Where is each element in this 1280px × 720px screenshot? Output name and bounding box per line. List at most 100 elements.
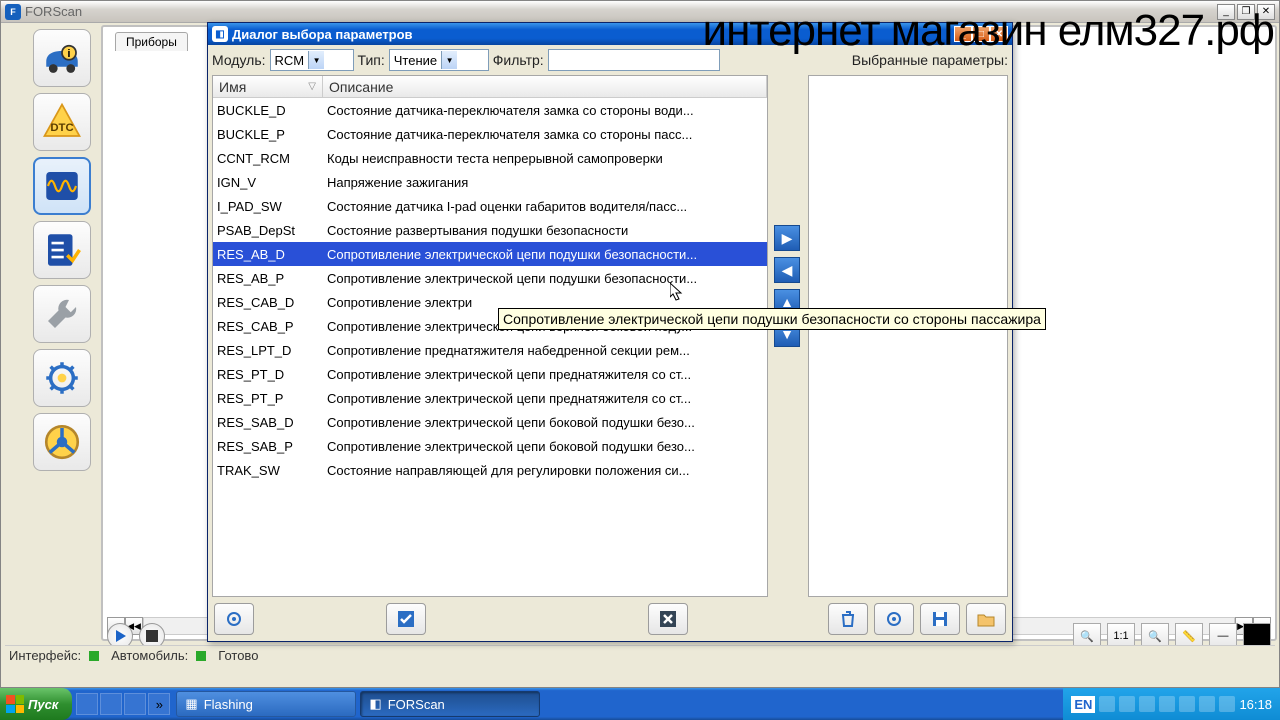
status-vehicle-led xyxy=(196,651,206,661)
filter-label: Фильтр: xyxy=(493,52,544,68)
add-button[interactable]: ▶ xyxy=(774,225,800,251)
list-row[interactable]: PSAB_DepStСостояние развертывания подушк… xyxy=(213,218,767,242)
ql-desktop-icon[interactable] xyxy=(76,693,98,715)
list-row[interactable]: RES_PT_PСопротивление электрической цепи… xyxy=(213,386,767,410)
row-name: BUCKLE_D xyxy=(213,103,323,118)
windows-logo-icon xyxy=(6,695,24,713)
nav-service-button[interactable] xyxy=(33,285,91,343)
app-icon: F xyxy=(5,4,21,20)
task-icon: ▦ xyxy=(185,696,197,712)
row-name: IGN_V xyxy=(213,175,323,190)
status-interface-label: Интерфейс: xyxy=(9,648,81,663)
filter-input[interactable] xyxy=(548,49,720,71)
cancel-button[interactable] xyxy=(648,603,688,635)
row-desc: Состояние датчика-переключателя замка со… xyxy=(323,103,767,118)
row-desc: Сопротивление электрической цепи боковой… xyxy=(323,415,767,430)
ql-more-icon[interactable]: » xyxy=(148,693,170,715)
tooltip: Сопротивление электрической цепи подушки… xyxy=(498,308,1046,330)
svg-text:DTC: DTC xyxy=(50,122,73,134)
dialog-title: Диалог выбора параметров xyxy=(232,27,413,42)
row-name: PSAB_DepSt xyxy=(213,223,323,238)
row-name: RES_CAB_P xyxy=(213,319,323,334)
ql-app2-icon[interactable] xyxy=(124,693,146,715)
save-button[interactable] xyxy=(920,603,960,635)
ok-button[interactable] xyxy=(386,603,426,635)
param-list: Имя Описание BUCKLE_DСостояние датчика-п… xyxy=(212,75,768,597)
type-label: Тип: xyxy=(358,52,385,68)
open-button[interactable] xyxy=(966,603,1006,635)
row-name: RES_LPT_D xyxy=(213,343,323,358)
list-row[interactable]: RES_AB_DСопротивление электрической цепи… xyxy=(213,242,767,266)
taskbar-forscan[interactable]: ◧FORScan xyxy=(360,691,540,717)
statusbar: Интерфейс: Автомобиль: Готово xyxy=(5,645,1275,665)
config-button[interactable] xyxy=(874,603,914,635)
list-row[interactable]: RES_LPT_DСопротивление преднатяжителя на… xyxy=(213,338,767,362)
list-row[interactable]: TRAK_SWСостояние направляющей для регули… xyxy=(213,458,767,482)
nav-steering-button[interactable] xyxy=(33,413,91,471)
tray-icon[interactable] xyxy=(1139,696,1155,712)
tray-icon[interactable] xyxy=(1179,696,1195,712)
col-desc-header[interactable]: Описание xyxy=(323,76,767,97)
list-row[interactable]: BUCKLE_DСостояние датчика-переключателя … xyxy=(213,98,767,122)
list-row[interactable]: RES_PT_DСопротивление электрической цепи… xyxy=(213,362,767,386)
tray-icon[interactable] xyxy=(1159,696,1175,712)
taskbar-flashing[interactable]: ▦Flashing xyxy=(176,691,356,717)
row-desc: Сопротивление электрической цепи подушки… xyxy=(323,247,767,262)
row-name: I_PAD_SW xyxy=(213,199,323,214)
tab-instruments[interactable]: Приборы xyxy=(115,32,188,51)
col-name-header[interactable]: Имя xyxy=(213,76,323,97)
tray-lang[interactable]: EN xyxy=(1071,696,1095,713)
row-desc: Состояние датчика-переключателя замка со… xyxy=(323,127,767,142)
list-row[interactable]: BUCKLE_PСостояние датчика-переключателя … xyxy=(213,122,767,146)
type-combo[interactable]: Чтение▼ xyxy=(389,49,489,71)
svg-text:i: i xyxy=(67,48,70,60)
dialog-icon: ◧ xyxy=(212,26,228,42)
row-desc: Коды неисправности теста непрерывной сам… xyxy=(323,151,767,166)
row-desc: Состояние направляющей для регулировки п… xyxy=(323,463,767,478)
settings-button[interactable] xyxy=(214,603,254,635)
row-desc: Сопротивление преднатяжителя набедренной… xyxy=(323,343,767,358)
tray-icon[interactable] xyxy=(1119,696,1135,712)
row-name: TRAK_SW xyxy=(213,463,323,478)
nav-dtc-button[interactable]: DTC xyxy=(33,93,91,151)
row-name: CCNT_RCM xyxy=(213,151,323,166)
row-desc: Состояние датчика I-pad оценки габаритов… xyxy=(323,199,767,214)
list-row[interactable]: RES_AB_PСопротивление электрической цепи… xyxy=(213,266,767,290)
tray-icon[interactable] xyxy=(1219,696,1235,712)
nav-vehicle-button[interactable]: i xyxy=(33,29,91,87)
row-desc: Состояние развертывания подушки безопасн… xyxy=(323,223,767,238)
nav-oscilloscope-button[interactable] xyxy=(33,157,91,215)
module-combo[interactable]: RCM▼ xyxy=(270,49,354,71)
list-row[interactable]: I_PAD_SWСостояние датчика I-pad оценки г… xyxy=(213,194,767,218)
delete-button[interactable] xyxy=(828,603,868,635)
watermark-text: интернет магазин елм327.рф xyxy=(703,6,1274,56)
status-vehicle-label: Автомобиль: xyxy=(111,648,188,663)
start-button[interactable]: Пуск xyxy=(0,688,72,720)
row-desc: Напряжение зажигания xyxy=(323,175,767,190)
nav-settings-button[interactable] xyxy=(33,349,91,407)
row-desc: Сопротивление электрической цепи преднат… xyxy=(323,391,767,406)
module-label: Модуль: xyxy=(212,52,266,68)
list-row[interactable]: CCNT_RCMКоды неисправности теста непреры… xyxy=(213,146,767,170)
row-name: RES_SAB_D xyxy=(213,415,323,430)
row-desc: Сопротивление электрической цепи боковой… xyxy=(323,439,767,454)
list-row[interactable]: RES_SAB_DСопротивление электрической цеп… xyxy=(213,410,767,434)
tray-clock: 16:18 xyxy=(1239,697,1272,712)
selected-list[interactable] xyxy=(808,75,1008,597)
dialog-footer xyxy=(212,597,1008,637)
system-tray: EN 16:18 xyxy=(1063,688,1280,720)
status-ready: Готово xyxy=(218,648,258,663)
list-row[interactable]: RES_SAB_PСопротивление электрической цеп… xyxy=(213,434,767,458)
ql-app1-icon[interactable] xyxy=(100,693,122,715)
nav-tests-button[interactable] xyxy=(33,221,91,279)
param-dialog: ◧ Диалог выбора параметров _ □ ✕ Модуль:… xyxy=(207,22,1013,642)
row-name: RES_PT_P xyxy=(213,391,323,406)
list-row[interactable]: IGN_VНапряжение зажигания xyxy=(213,170,767,194)
tray-icon[interactable] xyxy=(1199,696,1215,712)
tray-icon[interactable] xyxy=(1099,696,1115,712)
sidebar: i DTC xyxy=(31,29,93,471)
transfer-buttons: ▶ ◀ ▲ ▼ xyxy=(774,75,802,597)
row-name: RES_PT_D xyxy=(213,367,323,382)
remove-button[interactable]: ◀ xyxy=(774,257,800,283)
row-name: RES_AB_D xyxy=(213,247,323,262)
